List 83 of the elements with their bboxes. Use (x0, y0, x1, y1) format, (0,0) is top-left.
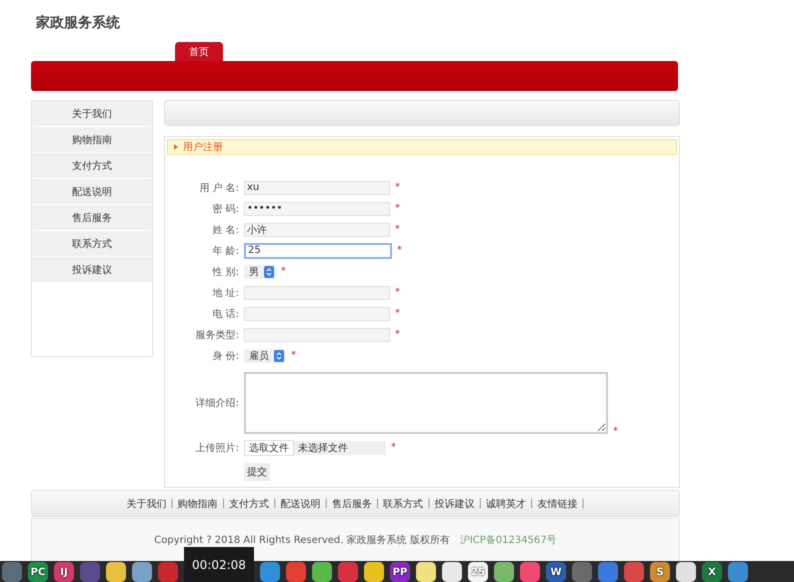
app-icon[interactable] (676, 562, 696, 582)
field-label: 身 份: (211, 350, 239, 362)
required-marker: * (395, 182, 400, 193)
app-icon[interactable] (442, 562, 462, 582)
app-icon[interactable]: X (702, 562, 722, 582)
app-icon[interactable] (494, 562, 514, 582)
field-label: 详细介绍: (194, 396, 239, 410)
field-label: 服务类型: (194, 328, 239, 342)
input-field[interactable]: •••••• (244, 202, 390, 216)
stepper-icon (274, 350, 284, 362)
site-title: 家政服务系统 (36, 14, 120, 32)
input-field[interactable]: 25 (244, 242, 392, 258)
field-label: 用 户 名: (198, 182, 239, 194)
sidebar-item[interactable]: 联系方式 (32, 231, 152, 257)
input-field[interactable] (244, 328, 390, 342)
app-icon[interactable]: PC (28, 562, 48, 582)
footer-link[interactable]: 售后服务 (332, 496, 372, 510)
app-icon[interactable] (106, 562, 126, 582)
app-icon[interactable]: W (546, 562, 566, 582)
field-label: 姓 名: (211, 224, 239, 236)
file-status: 未选择文件 (298, 442, 348, 454)
separator: | (324, 498, 328, 509)
footer-link[interactable]: 投诉建议 (434, 496, 475, 510)
sidebar-item[interactable]: 支付方式 (32, 153, 152, 179)
required-marker: * (395, 308, 400, 319)
submit-button[interactable]: 提交 (244, 462, 270, 480)
sidebar-item[interactable]: 售后服务 (32, 205, 152, 231)
footer-link[interactable]: 配送说明 (280, 496, 320, 510)
sidebar-item[interactable]: 关于我们 (32, 101, 152, 127)
required-marker: * (281, 266, 286, 277)
choose-file-button[interactable]: 选取文件 (244, 440, 294, 456)
required-marker: * (391, 442, 396, 453)
stepper-icon (264, 266, 274, 278)
copyright-text: Copyright ? 2018 All Rights Reserved. 家政服务系统 版权所有 (154, 535, 450, 546)
app-icon[interactable]: PP (390, 562, 410, 582)
footer-link[interactable]: 支付方式 (229, 496, 270, 510)
input-field[interactable] (244, 286, 390, 300)
field-label: 密 码: (211, 202, 239, 216)
separator: | (478, 498, 482, 509)
app-icon[interactable] (364, 562, 384, 582)
field-label: 性 别: (211, 266, 239, 278)
field-label: 年 龄: (211, 244, 239, 258)
select-dropdown[interactable]: 男 (244, 264, 276, 278)
field-label: 上传照片: (194, 442, 239, 454)
separator: | (581, 498, 585, 509)
footer-link[interactable]: 联系方式 (383, 496, 424, 510)
separator: | (376, 498, 380, 509)
input-field[interactable] (244, 306, 390, 320)
required-marker: * (395, 329, 400, 340)
input-field[interactable]: 小许 (244, 222, 390, 236)
separator: | (273, 498, 276, 509)
footer-link[interactable]: 关于我们 (126, 496, 166, 510)
app-icon[interactable]: 25 (468, 562, 488, 582)
required-marker: * (395, 287, 400, 298)
field-label: 地 址: (211, 286, 239, 300)
sidebar-item[interactable]: 配送说明 (32, 179, 152, 205)
required-marker: * (613, 426, 618, 437)
field-label: 电 话: (211, 308, 239, 320)
app-icon[interactable] (132, 562, 152, 582)
sidebar-item[interactable]: 投诉建议 (32, 257, 152, 283)
app-icon[interactable]: IJ (54, 562, 74, 582)
select-dropdown[interactable]: 雇员 (244, 348, 286, 362)
required-marker: * (395, 224, 400, 235)
footer-link[interactable]: 购物指南 (178, 496, 218, 510)
separator: | (427, 498, 431, 509)
separator: | (222, 498, 226, 509)
triangle-icon (174, 144, 178, 150)
app-icon[interactable] (312, 562, 332, 582)
textarea-field[interactable] (244, 372, 608, 434)
footer-link[interactable]: 友情链接 (537, 496, 578, 510)
sidebar-item[interactable]: 购物指南 (32, 127, 152, 153)
input-field[interactable]: xu (244, 180, 390, 194)
footer-link[interactable]: 诚聘英才 (486, 496, 526, 510)
nav-tab[interactable]: 首页 (175, 42, 223, 62)
separator: | (530, 498, 534, 509)
app-icon[interactable] (416, 562, 436, 582)
required-marker: * (291, 350, 296, 361)
video-timestamp: 00:02:08 (184, 547, 254, 582)
form-title: 用户注册 (183, 140, 223, 154)
required-marker: * (397, 245, 402, 256)
required-marker: * (395, 203, 400, 214)
file-input[interactable]: 选取文件 未选择文件 (244, 440, 386, 454)
separator: | (170, 498, 174, 509)
